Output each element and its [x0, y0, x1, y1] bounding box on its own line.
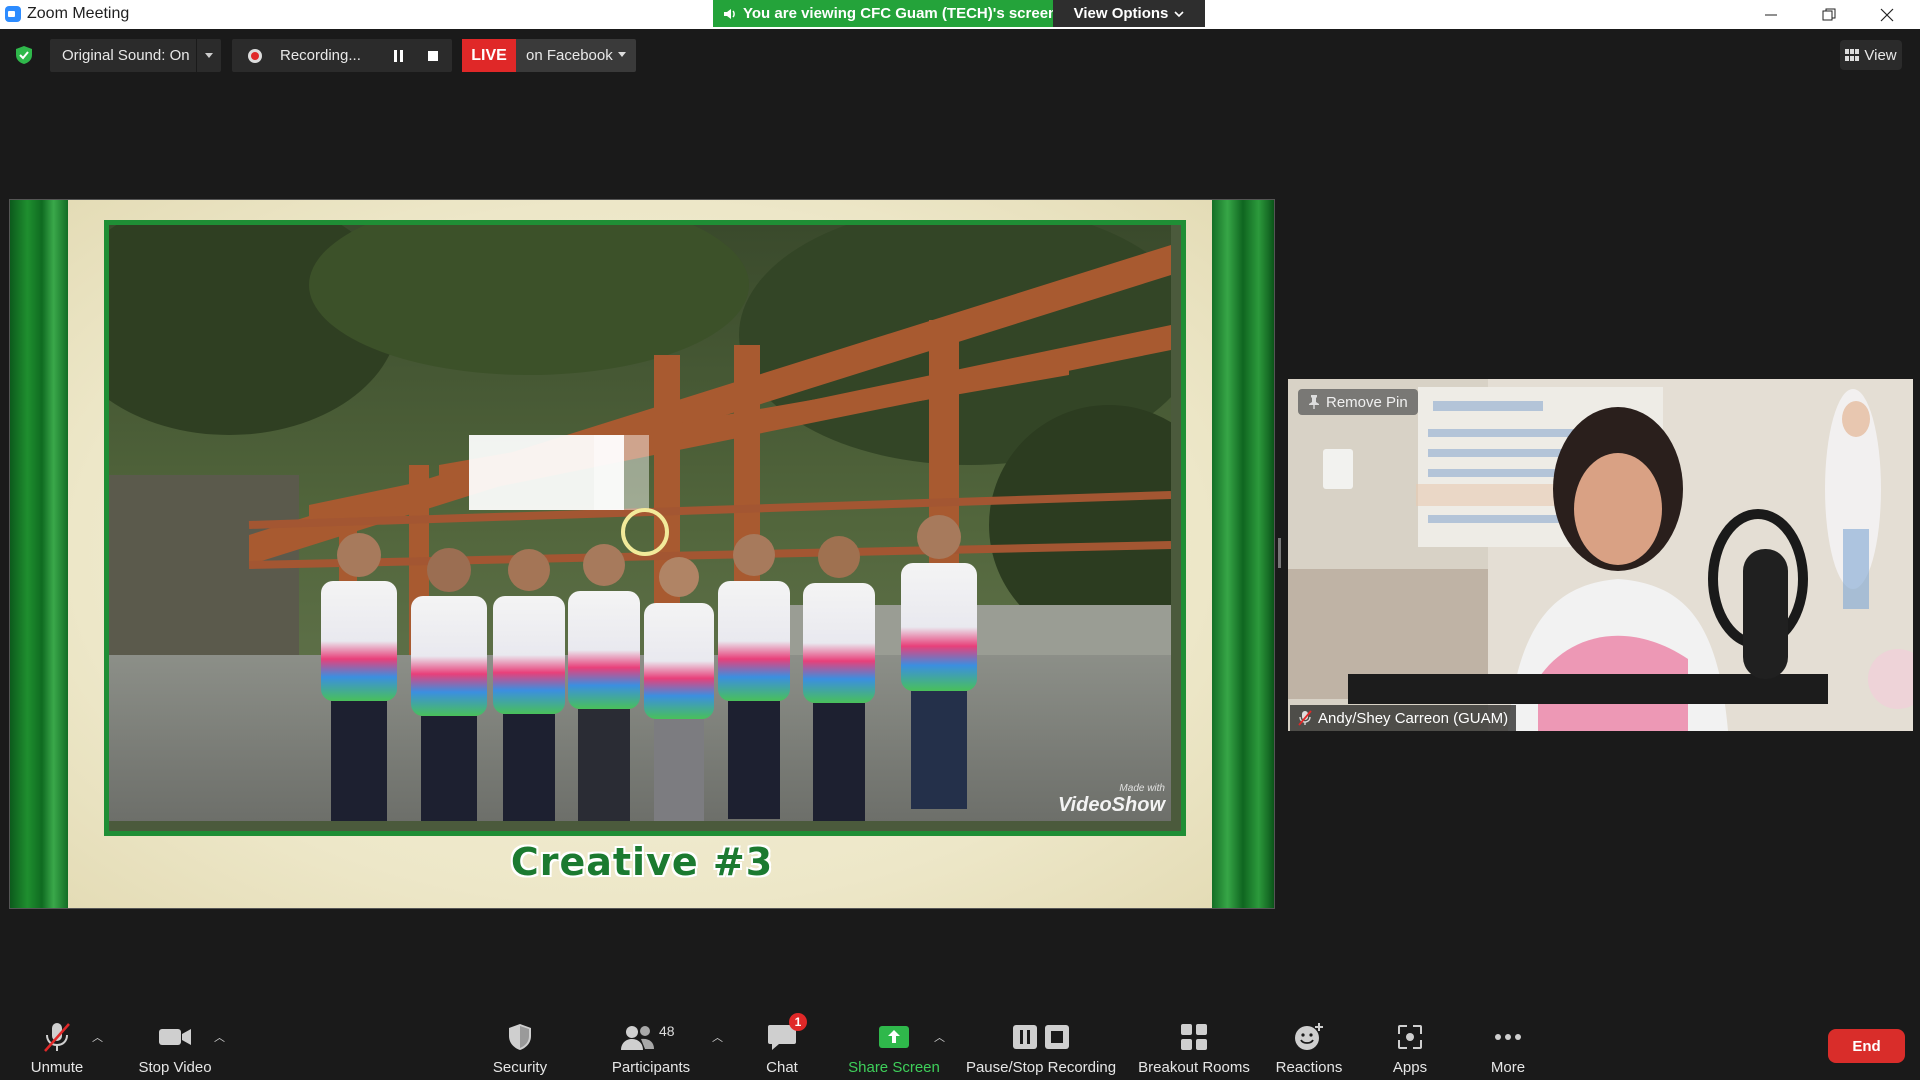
recording-indicator: Recording...	[232, 39, 452, 72]
reactions-label: Reactions	[1275, 1059, 1343, 1076]
live-badge: LIVE	[462, 39, 516, 72]
close-icon	[1880, 8, 1894, 21]
breakout-rooms-label: Breakout Rooms	[1138, 1059, 1250, 1076]
pause-recording-icon[interactable]	[394, 50, 404, 62]
remove-pin-label: Remove Pin	[1326, 393, 1408, 411]
live-target-label: on Facebook	[526, 47, 613, 64]
pause-stop-recording-label: Pause/Stop Recording	[965, 1059, 1117, 1076]
unmute-label: Unmute	[30, 1059, 84, 1076]
view-button[interactable]: View	[1840, 40, 1902, 70]
unmute-button[interactable]: Unmute	[20, 1005, 94, 1080]
chat-unread-badge: 1	[789, 1013, 807, 1031]
share-screen-icon	[879, 1026, 909, 1048]
muted-mic-icon	[44, 1023, 70, 1052]
participant-name: Andy/Shey Carreon (GUAM)	[1318, 709, 1509, 727]
encryption-shield-icon[interactable]	[14, 45, 34, 65]
minimize-button[interactable]	[1742, 0, 1800, 29]
view-options-label: View Options	[1073, 5, 1169, 22]
restore-icon	[1822, 8, 1836, 20]
apps-label: Apps	[1392, 1059, 1428, 1076]
shared-screen[interactable]: Made with VideoShow Creative #3	[9, 199, 1275, 909]
pin-icon	[1309, 395, 1319, 409]
speaker-icon	[724, 8, 735, 19]
share-screen-button[interactable]: Share Screen	[846, 1005, 942, 1080]
more-button[interactable]: More	[1478, 1005, 1538, 1080]
more-dots-icon	[1495, 1034, 1521, 1040]
group-photo-image	[109, 225, 1171, 821]
recording-label: Recording...	[280, 47, 361, 64]
original-sound-dropdown[interactable]	[196, 39, 221, 72]
recording-dot-icon	[248, 48, 262, 63]
zoom-app-icon	[5, 6, 21, 22]
share-options-caret-icon[interactable]: ︿	[934, 1029, 945, 1045]
meeting-controls-bar: Unmute ︿ Stop Video ︿ Security 48 Partic	[0, 1005, 1920, 1080]
decorative-leaf-left	[10, 200, 68, 908]
screen-share-banner: You are viewing CFC Guam (TECH)'s screen…	[713, 0, 1205, 27]
participant-video	[1288, 379, 1913, 731]
slide-video: Made with VideoShow	[104, 220, 1186, 836]
muted-mic-icon	[1298, 710, 1312, 726]
sharing-status-text: You are viewing CFC Guam (TECH)'s screen	[743, 5, 1058, 22]
chevron-down-icon	[618, 52, 626, 57]
participants-options-caret-icon[interactable]: ︿	[712, 1029, 723, 1045]
participants-button[interactable]: 48 Participants	[600, 1005, 702, 1080]
watermark-small-text: Made with	[1119, 783, 1165, 794]
slide-title: Creative #3	[510, 840, 774, 884]
chat-label: Chat	[766, 1059, 798, 1076]
pause-stop-recording-button[interactable]: Pause/Stop Recording	[962, 1005, 1120, 1080]
watermark-brand-text: VideoShow	[1057, 794, 1165, 816]
videoshow-watermark: Made with VideoShow	[1058, 783, 1165, 817]
minimize-icon	[1765, 14, 1777, 15]
decorative-leaf-right	[1212, 200, 1274, 908]
window-title-bar: Zoom Meeting You are viewing CFC Guam (T…	[0, 0, 1920, 29]
reactions-smiley-icon	[1295, 1023, 1323, 1050]
restore-button[interactable]	[1800, 0, 1858, 29]
breakout-rooms-icon	[1181, 1024, 1207, 1050]
grid-view-icon	[1845, 49, 1860, 61]
participants-count: 48	[659, 1023, 675, 1039]
video-camera-icon	[159, 1029, 191, 1045]
original-sound-label: Original Sound: On	[62, 47, 190, 64]
security-button[interactable]: Security	[480, 1005, 560, 1080]
apps-button[interactable]: Apps	[1380, 1005, 1440, 1080]
view-options-button[interactable]: View Options	[1053, 0, 1205, 27]
live-stream-indicator[interactable]: LIVE on Facebook	[462, 39, 636, 72]
stop-video-label: Stop Video	[138, 1059, 212, 1076]
chevron-down-icon	[205, 52, 213, 58]
close-window-button[interactable]	[1858, 0, 1916, 29]
chevron-down-icon	[1174, 10, 1184, 17]
shield-icon	[509, 1024, 531, 1050]
chat-button[interactable]: 1 Chat	[752, 1005, 812, 1080]
share-screen-label: Share Screen	[848, 1059, 940, 1076]
participant-name-tag: Andy/Shey Carreon (GUAM)	[1290, 705, 1517, 731]
participants-label: Participants	[611, 1059, 691, 1076]
remove-pin-button[interactable]: Remove Pin	[1298, 389, 1418, 415]
breakout-rooms-button[interactable]: Breakout Rooms	[1134, 1005, 1254, 1080]
stop-recording-icon[interactable]	[428, 51, 438, 61]
audio-options-caret-icon[interactable]: ︿	[92, 1029, 103, 1045]
apps-icon	[1398, 1025, 1422, 1049]
more-label: More	[1490, 1059, 1526, 1076]
participants-icon	[621, 1026, 654, 1050]
pause-stop-icon	[1013, 1025, 1069, 1049]
participant-video-tile[interactable]: Remove Pin Andy/Shey Carreon (GUAM)	[1288, 379, 1913, 731]
end-meeting-button[interactable]: End	[1828, 1029, 1905, 1063]
view-splitter-handle[interactable]	[1278, 538, 1281, 568]
window-title: Zoom Meeting	[27, 5, 130, 22]
original-sound-toggle[interactable]: Original Sound: On	[50, 39, 221, 72]
security-label: Security	[492, 1059, 548, 1076]
view-label: View	[1864, 46, 1897, 64]
stop-video-button[interactable]: Stop Video	[130, 1005, 220, 1080]
reactions-button[interactable]: Reactions	[1268, 1005, 1350, 1080]
video-options-caret-icon[interactable]: ︿	[214, 1029, 225, 1045]
